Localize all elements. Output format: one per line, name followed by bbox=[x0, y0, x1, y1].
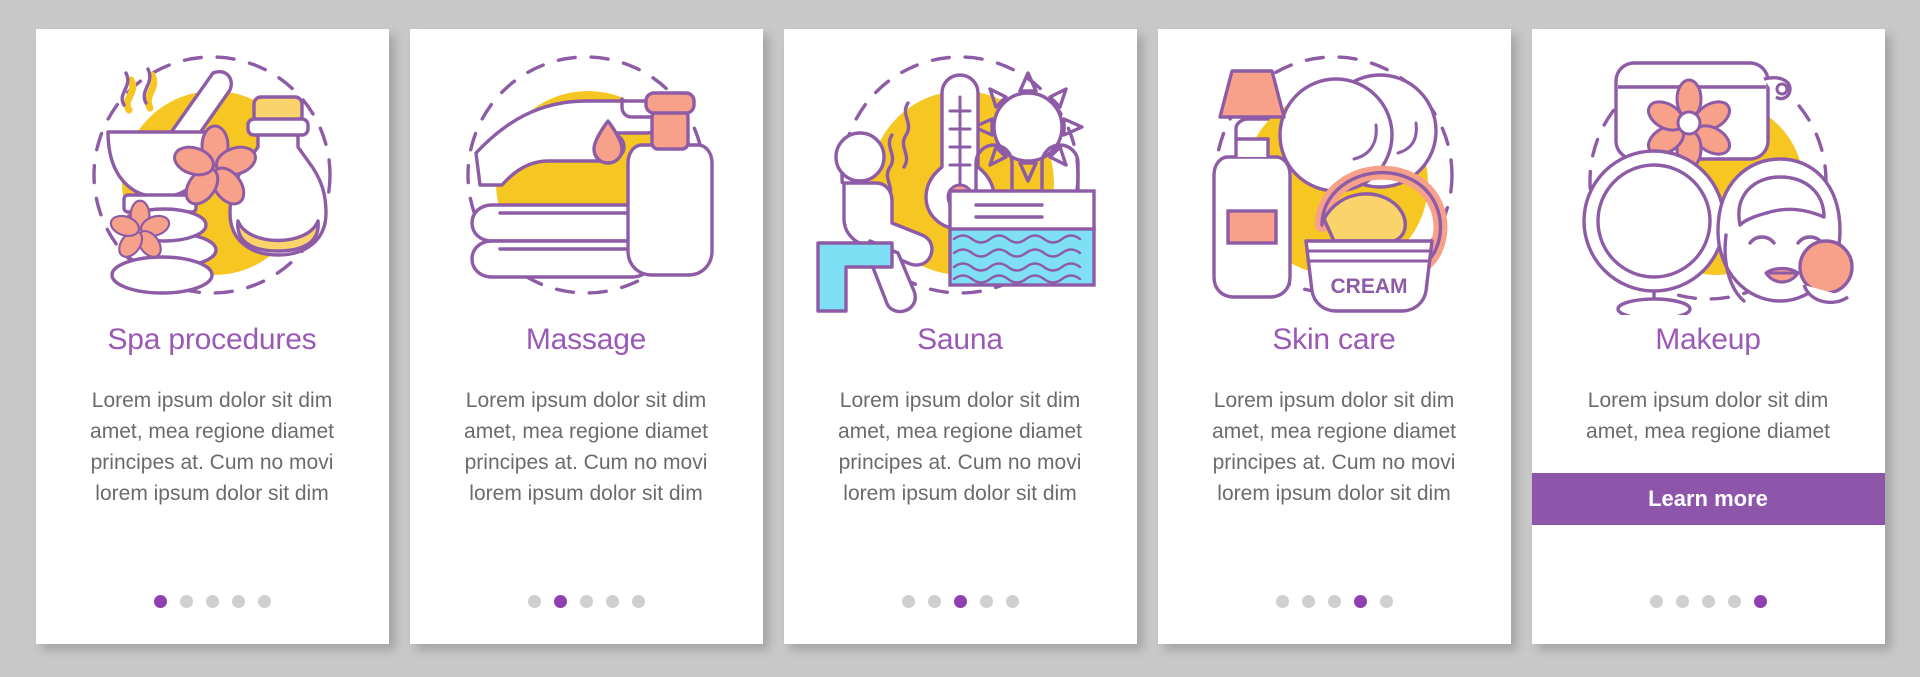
massage-illustration bbox=[410, 29, 763, 321]
pagination-dot[interactable] bbox=[1005, 595, 1019, 608]
pagination-dot[interactable] bbox=[205, 595, 219, 608]
pagination-dot[interactable] bbox=[153, 595, 167, 608]
pagination-dot[interactable] bbox=[927, 595, 941, 608]
pagination-dot[interactable] bbox=[1301, 595, 1315, 608]
pagination-dot[interactable] bbox=[579, 595, 593, 608]
pagination-dots[interactable] bbox=[1158, 595, 1511, 608]
pagination-dot[interactable] bbox=[1649, 595, 1663, 608]
pagination-dots[interactable] bbox=[784, 595, 1137, 608]
pagination-dot[interactable] bbox=[953, 595, 967, 608]
onboarding-card-sauna[interactable]: Sauna Lorem ipsum dolor sit dim amet, me… bbox=[783, 29, 1137, 644]
pagination-dot[interactable] bbox=[1727, 595, 1741, 608]
pagination-dot[interactable] bbox=[1353, 595, 1367, 608]
sauna-illustration bbox=[784, 29, 1137, 321]
card-title: Massage bbox=[525, 323, 647, 356]
onboarding-screens-row: Spa procedures Lorem ipsum dolor sit dim… bbox=[0, 0, 1920, 677]
onboarding-card-makeup[interactable]: Makeup Lorem ipsum dolor sit dim amet, m… bbox=[1531, 29, 1885, 644]
card-description: Lorem ipsum dolor sit dim amet, mea regi… bbox=[838, 389, 1082, 505]
pagination-dot[interactable] bbox=[1379, 595, 1393, 608]
onboarding-card-spa-procedures[interactable]: Spa procedures Lorem ipsum dolor sit dim… bbox=[35, 29, 389, 644]
pagination-dots[interactable] bbox=[1532, 595, 1885, 608]
pagination-dot[interactable] bbox=[1753, 595, 1767, 608]
skin-care-illustration: CREAM bbox=[1158, 29, 1511, 321]
pagination-dot[interactable] bbox=[553, 595, 567, 608]
pagination-dot[interactable] bbox=[527, 595, 541, 608]
card-title: Skin care bbox=[1272, 323, 1396, 356]
pagination-dot[interactable] bbox=[1701, 595, 1715, 608]
pagination-dot[interactable] bbox=[1275, 595, 1289, 608]
pagination-dots[interactable] bbox=[36, 595, 389, 608]
pagination-dot[interactable] bbox=[257, 595, 271, 608]
pagination-dot[interactable] bbox=[605, 595, 619, 608]
learn-more-button[interactable]: Learn more bbox=[1531, 473, 1885, 525]
cream-jar-label: CREAM bbox=[1331, 275, 1408, 298]
pagination-dot[interactable] bbox=[979, 595, 993, 608]
card-description: Lorem ipsum dolor sit dim amet, mea regi… bbox=[1586, 389, 1830, 443]
pagination-dot[interactable] bbox=[179, 595, 193, 608]
card-description: Lorem ipsum dolor sit dim amet, mea regi… bbox=[1212, 389, 1456, 505]
pagination-dot[interactable] bbox=[1327, 595, 1341, 608]
spa-procedures-illustration bbox=[36, 29, 389, 321]
pagination-dot[interactable] bbox=[901, 595, 915, 608]
card-title: Sauna bbox=[917, 323, 1003, 356]
pagination-dot[interactable] bbox=[1675, 595, 1689, 608]
card-title: Makeup bbox=[1655, 323, 1761, 356]
pagination-dot[interactable] bbox=[231, 595, 245, 608]
card-description: Lorem ipsum dolor sit dim amet, mea regi… bbox=[90, 389, 334, 505]
onboarding-card-skin-care[interactable]: CREAM Skin care Lorem ipsum dolor sit di… bbox=[1157, 29, 1511, 644]
pagination-dot[interactable] bbox=[631, 595, 645, 608]
makeup-illustration bbox=[1532, 29, 1885, 321]
card-title: Spa procedures bbox=[107, 323, 317, 356]
card-description: Lorem ipsum dolor sit dim amet, mea regi… bbox=[464, 389, 708, 505]
pagination-dots[interactable] bbox=[410, 595, 763, 608]
onboarding-card-massage[interactable]: Massage Lorem ipsum dolor sit dim amet, … bbox=[409, 29, 763, 644]
